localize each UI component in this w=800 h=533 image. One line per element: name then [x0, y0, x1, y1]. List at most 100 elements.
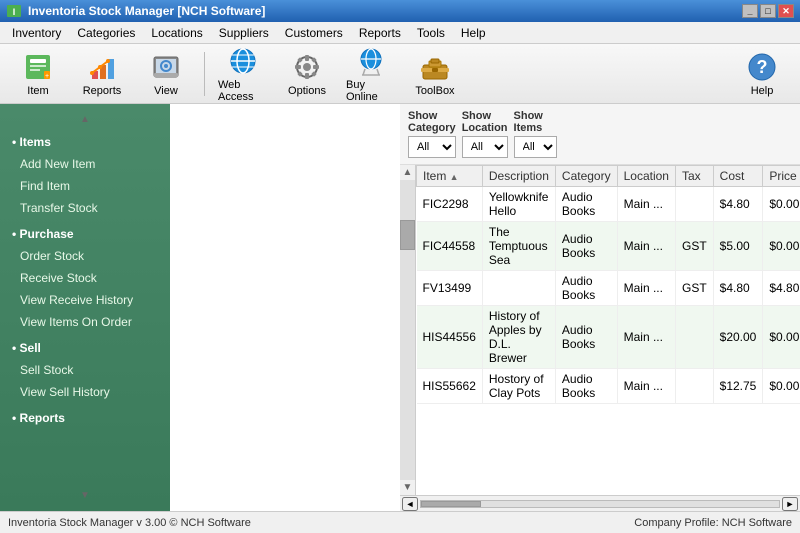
col-item[interactable]: Item ▲: [417, 166, 483, 187]
hscroll-right-btn[interactable]: ►: [782, 497, 798, 511]
cell-tax: [675, 306, 713, 369]
col-description[interactable]: Description: [482, 166, 555, 187]
menu-categories[interactable]: Categories: [69, 24, 143, 42]
table-row[interactable]: FIC2298 Yellowknife Hello Audio Books Ma…: [417, 187, 800, 222]
category-filter-select[interactable]: All: [408, 136, 456, 158]
category-filter-group: ShowCategory All: [408, 110, 456, 158]
status-left: Inventoria Stock Manager v 3.00 © NCH So…: [8, 517, 251, 529]
items-filter-group: ShowItems All: [514, 110, 557, 158]
table-row[interactable]: FIC44558 The Temptuous Sea Audio Books M…: [417, 222, 800, 271]
toolbar-help-btn[interactable]: ? Help: [732, 48, 792, 100]
toolbar-item-btn[interactable]: + Item: [8, 48, 68, 100]
sidebar-link-receive-stock[interactable]: Receive Stock: [0, 267, 170, 289]
cell-price: $0.00: [763, 306, 800, 369]
table-row[interactable]: HIS44556 History of Apples by D.L. Brewe…: [417, 306, 800, 369]
menu-reports[interactable]: Reports: [351, 24, 409, 42]
items-filter-select[interactable]: All: [514, 136, 557, 158]
location-filter-select[interactable]: All: [462, 136, 508, 158]
inventory-table: Item ▲ Description Category Location Tax…: [416, 165, 800, 404]
content-area: ShowCategory All ShowLocation All ShowIt…: [400, 104, 800, 511]
table-row[interactable]: FV13499 Audio Books Main ... GST $4.80 $…: [417, 271, 800, 306]
col-category[interactable]: Category: [555, 166, 617, 187]
scroll-up-btn[interactable]: ▲: [400, 165, 415, 180]
toolbar-web-access-btn[interactable]: Web Access: [213, 48, 273, 100]
items-filter-label: ShowItems: [514, 110, 557, 134]
cell-tax: [675, 187, 713, 222]
svg-text:+: +: [45, 73, 49, 80]
hscroll-thumb[interactable]: [421, 501, 481, 507]
scroll-down-btn[interactable]: ▼: [400, 480, 415, 495]
cell-location: Main ...: [617, 222, 675, 271]
cell-price: $0.00: [763, 222, 800, 271]
web-icon: [227, 45, 259, 77]
scroll-thumb[interactable]: [400, 220, 415, 250]
cell-cost: $4.80: [713, 187, 763, 222]
buy-icon: [355, 45, 387, 77]
sidebar-link-order-stock[interactable]: Order Stock: [0, 245, 170, 267]
web-access-btn-label: Web Access: [218, 79, 268, 103]
menu-customers[interactable]: Customers: [277, 24, 351, 42]
sidebar-link-add-new-item[interactable]: Add New Item: [0, 153, 170, 175]
sidebar-link-view-sell-history[interactable]: View Sell History: [0, 381, 170, 403]
toolbar-reports-btn[interactable]: Reports: [72, 48, 132, 100]
cell-description: [482, 271, 555, 306]
options-btn-label: Options: [288, 85, 326, 97]
toolbar-view-btn[interactable]: View: [136, 48, 196, 100]
sidebar-link-transfer-stock[interactable]: Transfer Stock: [0, 197, 170, 219]
item-icon: +: [22, 51, 54, 83]
sidebar-section-items: Items: [0, 127, 170, 153]
cell-price: $0.00: [763, 187, 800, 222]
reports-icon: [86, 51, 118, 83]
location-filter-label: ShowLocation: [462, 110, 508, 134]
cell-cost: $4.80: [713, 271, 763, 306]
cell-category: Audio Books: [555, 271, 617, 306]
toolbar-toolbox-btn[interactable]: ToolBox: [405, 48, 465, 100]
cell-category: Audio Books: [555, 306, 617, 369]
menu-tools[interactable]: Tools: [409, 24, 453, 42]
sidebar-link-view-items-on-order[interactable]: View Items On Order: [0, 311, 170, 333]
horizontal-scrollbar: ◄ ►: [400, 495, 800, 511]
sidebar-scroll-down[interactable]: ▼: [0, 488, 170, 503]
filter-bar: ShowCategory All ShowLocation All ShowIt…: [400, 104, 800, 165]
cell-item: HIS55662: [417, 369, 483, 404]
menu-bar: Inventory Categories Locations Suppliers…: [0, 22, 800, 44]
close-btn[interactable]: ✕: [778, 4, 794, 18]
cell-tax: GST: [675, 271, 713, 306]
view-icon: [150, 51, 182, 83]
left-scrollbar: ▲ ▼: [400, 165, 416, 495]
toolbar-buy-online-btn[interactable]: Buy Online: [341, 48, 401, 100]
cell-description: Yellowknife Hello: [482, 187, 555, 222]
menu-suppliers[interactable]: Suppliers: [211, 24, 277, 42]
options-icon: [291, 51, 323, 83]
buy-online-btn-label: Buy Online: [346, 79, 396, 103]
table-row[interactable]: HIS55662 Hostory of Clay Pots Audio Book…: [417, 369, 800, 404]
cell-location: Main ...: [617, 187, 675, 222]
sidebar-link-view-receive-history[interactable]: View Receive History: [0, 289, 170, 311]
menu-help[interactable]: Help: [453, 24, 494, 42]
sidebar-scroll-up[interactable]: ▲: [0, 112, 170, 127]
item-btn-label: Item: [27, 85, 48, 97]
toolbar-options-btn[interactable]: Options: [277, 48, 337, 100]
col-tax[interactable]: Tax: [675, 166, 713, 187]
col-price[interactable]: Price: [763, 166, 800, 187]
toolbar: + Item Reports: [0, 44, 800, 104]
maximize-btn[interactable]: □: [760, 4, 776, 18]
sidebar-section-reports: Reports: [0, 403, 170, 429]
hscroll-left-btn[interactable]: ◄: [402, 497, 418, 511]
help-btn-label: Help: [751, 85, 774, 97]
cell-cost: $12.75: [713, 369, 763, 404]
svg-text:I: I: [13, 7, 16, 17]
scroll-track: [400, 180, 415, 480]
minimize-btn[interactable]: _: [742, 4, 758, 18]
reports-btn-label: Reports: [83, 85, 122, 97]
view-btn-label: View: [154, 85, 178, 97]
sidebar-link-find-item[interactable]: Find Item: [0, 175, 170, 197]
menu-locations[interactable]: Locations: [143, 24, 210, 42]
sidebar-link-sell-stock[interactable]: Sell Stock: [0, 359, 170, 381]
menu-inventory[interactable]: Inventory: [4, 24, 69, 42]
category-filter-label: ShowCategory: [408, 110, 456, 134]
col-cost[interactable]: Cost: [713, 166, 763, 187]
col-location[interactable]: Location: [617, 166, 675, 187]
cell-price: $4.80: [763, 271, 800, 306]
cell-item: HIS44556: [417, 306, 483, 369]
